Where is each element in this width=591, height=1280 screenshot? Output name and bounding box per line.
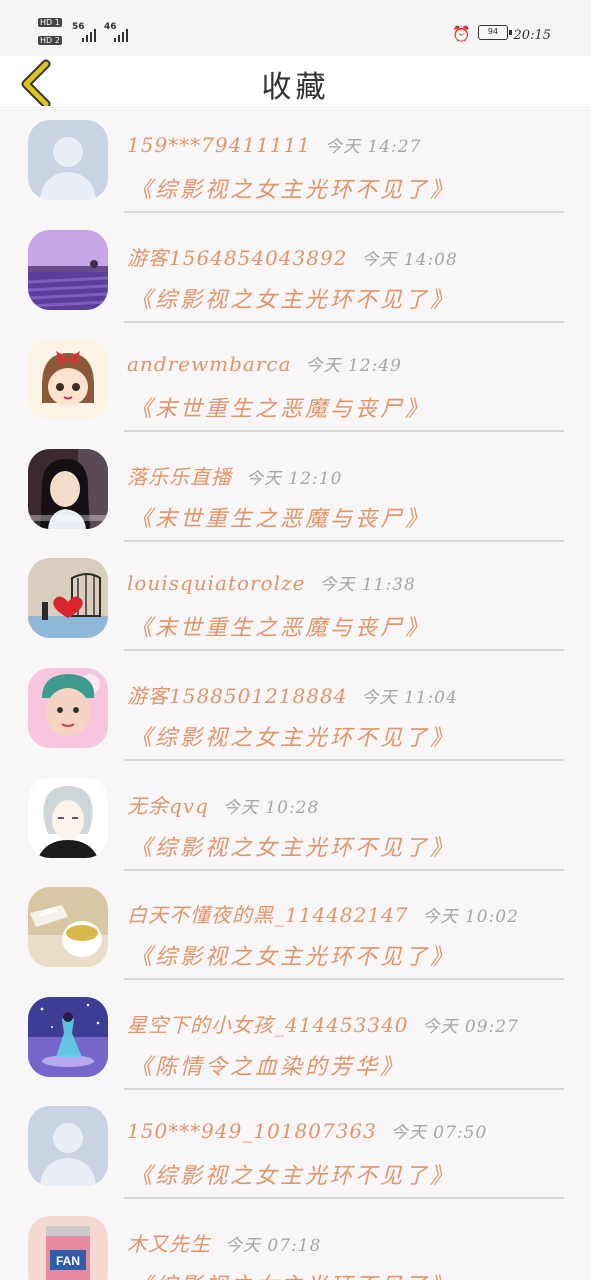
list-item[interactable]: 落乐乐直播 今天 12:10 《末世重生之恶魔与丧尸》 [0, 437, 591, 547]
book-title[interactable]: 《综影视之女主光环不见了》 [130, 1268, 455, 1280]
avatar[interactable] [28, 887, 108, 967]
divider [124, 649, 564, 652]
list-item[interactable]: andrewmbarca 今天 12:49 《末世重生之恶魔与丧尸》 [0, 327, 591, 437]
user-name[interactable]: 159***79411111 [127, 133, 311, 157]
avatar[interactable] [28, 230, 108, 310]
list-item[interactable]: louisquiatorolze 今天 11:38 《末世重生之恶魔与丧尸》 [0, 546, 591, 656]
user-name[interactable]: andrewmbarca [127, 352, 292, 376]
avatar[interactable] [28, 558, 108, 638]
name-row: 159***79411111 今天 14:27 [127, 132, 421, 157]
list-item[interactable]: 白天不懂夜的黑_114482147 今天 10:02 《综影视之女主光环不见了》 [0, 875, 591, 985]
name-row: 150***949_101807363 今天 07:50 [127, 1118, 487, 1143]
name-row: 星空下的小女孩_414453340 今天 09:27 [127, 1009, 519, 1038]
name-row: andrewmbarca 今天 12:49 [127, 351, 402, 376]
name-row: 木又先生 今天 07:18 [127, 1228, 321, 1257]
name-row: 游客1588501218884 今天 11:04 [127, 680, 458, 709]
top-bar: 收藏 [0, 56, 591, 109]
list-item[interactable]: 星空下的小女孩_414453340 今天 09:27 《陈情令之血染的芳华》 [0, 985, 591, 1095]
divider [124, 211, 564, 213]
list-item[interactable]: 木又先生今天 07:18 《综影视之女主光环不见了》 [0, 1204, 591, 1280]
favorite-time: 今天 09:27 [422, 1016, 519, 1037]
avatar[interactable] [28, 1216, 108, 1280]
avatar[interactable] [28, 778, 108, 858]
list-item[interactable]: 游客1564854043892 今天 14:08 《综影视之女主光环不见了》 [0, 218, 591, 328]
divider [124, 320, 564, 323]
sim1-badge: HD 1 [38, 18, 62, 27]
book-title[interactable]: 《综影视之女主光环不见了》 [130, 172, 455, 204]
favorite-time: 今天 11:38 [319, 575, 416, 596]
status-bar: HD 1 HD 2 56 46 ⏰ 94 20:15 [0, 0, 591, 56]
divider [124, 539, 564, 542]
name-row: 白天不懂夜的黑_114482147 今天 10:02 [127, 899, 519, 928]
favorite-time: 今天 10:02 [422, 907, 519, 928]
book-title[interactable]: 《末世重生之恶魔与丧尸》 [130, 610, 430, 642]
alarm-clock-icon: ⏰ [452, 25, 471, 43]
divider [124, 1197, 564, 1200]
book-title[interactable]: 《综影视之女主光环不见了》 [130, 939, 455, 971]
book-title[interactable]: 《综影视之女主光环不见了》 [130, 1158, 455, 1190]
book-title[interactable]: 《末世重生之恶魔与丧尸》 [130, 391, 430, 423]
avatar[interactable] [28, 449, 108, 529]
signal-icon [82, 28, 96, 42]
divider [124, 978, 564, 981]
name-row: 无余qvq 今天 10:28 [127, 790, 319, 819]
user-name[interactable]: 白天不懂夜的黑_114482147 [127, 903, 409, 927]
favorites-list: 159***79411111 今天 14:27 《综影视之女主光环不见了》 游客156… [0, 108, 591, 1280]
avatar[interactable] [28, 1106, 108, 1186]
user-name[interactable]: 游客1588501218884 [127, 684, 347, 708]
divider [124, 430, 564, 433]
book-title[interactable]: 《综影视之女主光环不见了》 [130, 282, 455, 314]
list-item[interactable]: 游客1588501218884 今天 11:04 《综影视之女主光环不见了》 [0, 656, 591, 766]
favorite-time: 今天 07:18 [225, 1235, 322, 1256]
user-name[interactable]: 无余qvq [127, 794, 209, 818]
battery-icon: 94 [478, 25, 512, 40]
list-item[interactable]: 无余qvq 今天 10:28 《综影视之女主光环不见了》 [0, 766, 591, 876]
favorite-time: 今天 11:04 [361, 687, 458, 708]
avatar[interactable] [28, 120, 108, 200]
favorite-time: 今天 12:10 [246, 468, 343, 489]
favorite-time: 今天 07:50 [390, 1123, 488, 1144]
divider [124, 868, 564, 871]
avatar[interactable] [28, 997, 108, 1077]
avatar[interactable] [28, 668, 108, 748]
user-name[interactable]: 落乐乐直播 [127, 465, 232, 489]
book-title[interactable]: 《综影视之女主光环不见了》 [130, 720, 455, 752]
user-name[interactable]: 游客1564854043892 [127, 246, 347, 270]
favorite-time: 今天 14:08 [361, 249, 458, 270]
name-row: 游客1564854043892 今天 14:08 [127, 242, 458, 271]
book-title[interactable]: 《末世重生之恶魔与丧尸》 [130, 501, 430, 533]
list-item[interactable]: 150***949_101807363 今天 07:50 《综影视之女主光环不见了》 [0, 1094, 591, 1204]
avatar[interactable] [28, 339, 108, 419]
status-time: 20:15 [513, 28, 551, 43]
user-name[interactable]: louisquiatorolze [127, 571, 305, 595]
book-title[interactable]: 《陈情令之血染的芳华》 [130, 1049, 405, 1081]
name-row: louisquiatorolze 今天 11:38 [127, 570, 416, 595]
user-name[interactable]: 星空下的小女孩_414453340 [127, 1013, 409, 1037]
user-name[interactable]: 木又先生 [127, 1232, 211, 1256]
favorite-time: 今天 12:49 [305, 356, 402, 377]
signal-icon [114, 28, 128, 42]
list-item[interactable]: 159***79411111 今天 14:27 《综影视之女主光环不见了》 [0, 108, 591, 218]
sim2-badge: HD 2 [38, 36, 62, 45]
divider [124, 1087, 564, 1090]
user-name[interactable]: 150***949_101807363 [127, 1119, 377, 1143]
book-title[interactable]: 《综影视之女主光环不见了》 [130, 830, 455, 862]
divider [124, 758, 564, 761]
name-row: 落乐乐直播 今天 12:10 [127, 461, 342, 490]
page-title: 收藏 [261, 70, 330, 105]
favorite-time: 今天 10:28 [222, 797, 320, 818]
favorite-time: 今天 14:27 [324, 137, 422, 157]
